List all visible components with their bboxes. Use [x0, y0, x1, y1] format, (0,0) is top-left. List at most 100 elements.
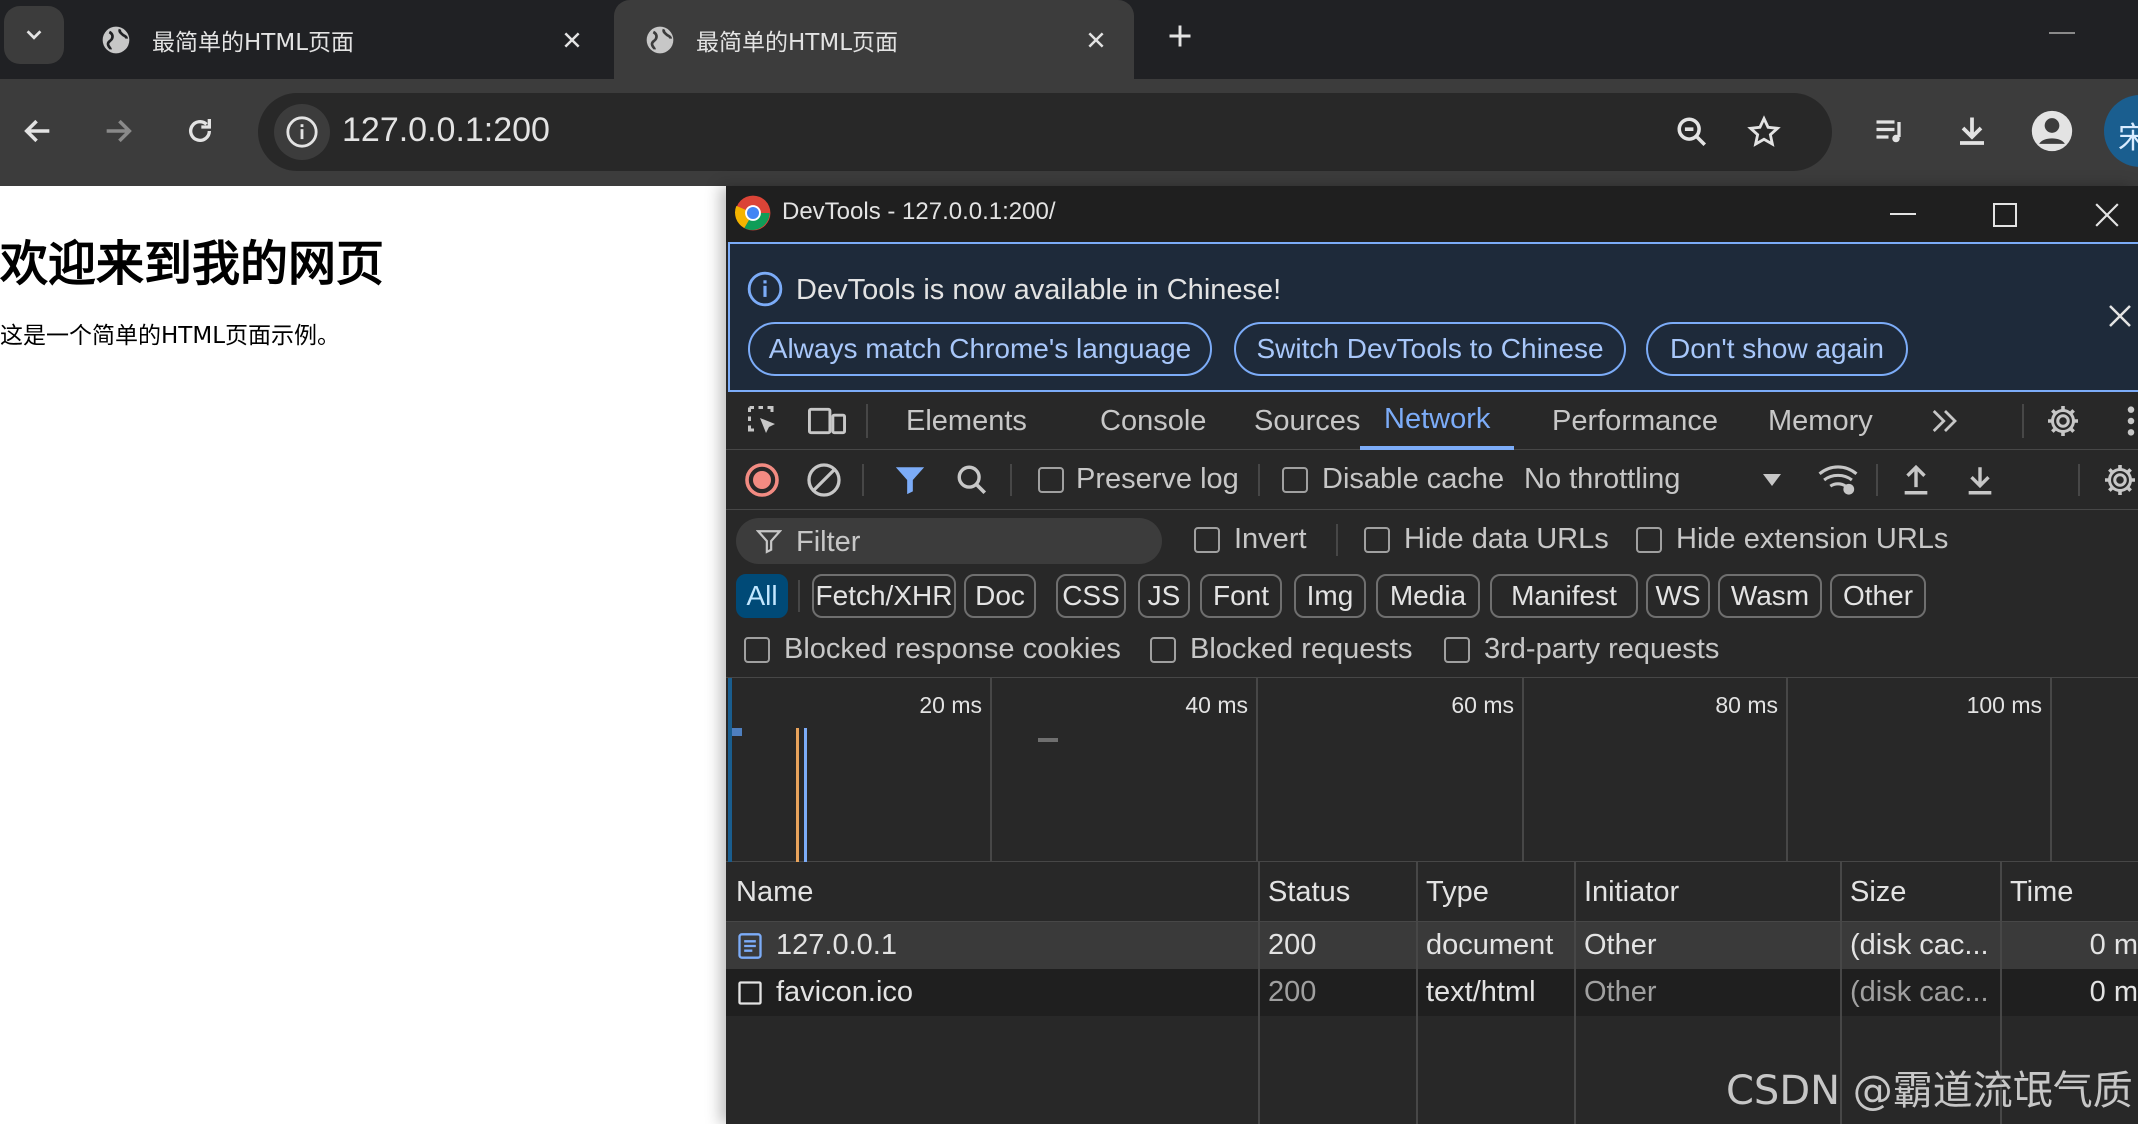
type-filter-fetch-xhr[interactable]: Fetch/XHR	[812, 574, 956, 618]
type-filter-img[interactable]: Img	[1294, 574, 1366, 618]
url-text[interactable]: 127.0.0.1:200	[342, 111, 550, 150]
more-tabs-button[interactable]	[1920, 396, 1970, 446]
account-icon	[2031, 110, 2073, 152]
zoom-button[interactable]	[1666, 106, 1718, 158]
address-bar[interactable]: 127.0.0.1:200	[258, 93, 1832, 171]
browser-tab-1[interactable]: 最简单的HTML页面	[70, 0, 610, 79]
tab-console[interactable]: Console	[1076, 392, 1230, 450]
import-har-button[interactable]	[1892, 456, 1940, 504]
web-page-content: 欢迎来到我的网页 这是一个简单的HTML页面示例。	[0, 186, 726, 1124]
hide-data-urls-checkbox[interactable]	[1364, 527, 1390, 553]
type-filter-css[interactable]: CSS	[1056, 574, 1126, 618]
throttling-dropdown-arrow[interactable]	[1748, 456, 1796, 504]
devtools-window-title: DevTools - 127.0.0.1:200/	[782, 198, 1056, 225]
request-time: 0 m	[2089, 929, 2138, 961]
tab-search-button[interactable]	[4, 6, 64, 64]
table-row[interactable]: 127.0.0.1 200 document Other (disk cac..…	[726, 922, 2138, 969]
browser-tab-2[interactable]: 最简单的HTML页面	[614, 0, 1134, 79]
search-button[interactable]	[948, 456, 996, 504]
back-button[interactable]	[10, 103, 66, 159]
filter-input[interactable]: Filter	[736, 518, 1162, 564]
type-filter-media[interactable]: Media	[1376, 574, 1480, 618]
switch-to-chinese-button[interactable]: Switch DevTools to Chinese	[1234, 322, 1626, 376]
downloads-button[interactable]	[1944, 103, 2000, 159]
minimize-icon	[2049, 32, 2075, 34]
close-icon	[2109, 305, 2131, 327]
tab-memory[interactable]: Memory	[1744, 392, 1897, 450]
type-filter-manifest[interactable]: Manifest	[1490, 574, 1638, 618]
network-conditions-button[interactable]	[1814, 456, 1862, 504]
new-tab-button[interactable]	[1160, 14, 1200, 58]
network-overview-timeline[interactable]: 20 ms 40 ms 60 ms 80 ms 100 ms	[726, 678, 2138, 862]
column-type[interactable]: Type	[1416, 862, 1574, 922]
type-filter-other[interactable]: Other	[1830, 574, 1926, 618]
disable-cache-checkbox[interactable]	[1282, 467, 1308, 493]
filter-row: Filter Invert Hide data URLs Hide extens…	[726, 510, 2138, 570]
type-filter-js[interactable]: JS	[1138, 574, 1190, 618]
column-status[interactable]: Status	[1258, 862, 1416, 922]
reload-button[interactable]	[172, 103, 228, 159]
network-settings-button[interactable]	[2096, 456, 2138, 504]
request-name-cell: 127.0.0.1	[726, 922, 1258, 969]
column-size[interactable]: Size	[1840, 862, 2000, 922]
device-toolbar-button[interactable]	[802, 396, 852, 446]
resource-type-filters: All Fetch/XHR Doc CSS JS Font Img Media …	[726, 570, 2138, 622]
dont-show-again-button[interactable]: Don't show again	[1646, 322, 1908, 376]
export-har-button[interactable]	[1956, 456, 2004, 504]
filter-icon	[756, 530, 782, 554]
devtools-maximize-button[interactable]	[1980, 190, 2030, 240]
filter-toggle-button[interactable]	[886, 456, 934, 504]
more-options-button[interactable]	[2106, 396, 2138, 446]
column-name[interactable]: Name	[726, 862, 1258, 922]
devtools-close-button[interactable]	[2082, 190, 2132, 240]
preserve-log-checkbox[interactable]	[1038, 467, 1064, 493]
table-row[interactable]: favicon.ico 200 text/html Other (disk ca…	[726, 969, 2138, 1016]
infobar-message: DevTools is now available in Chinese!	[796, 274, 1282, 306]
devtools-minimize-button[interactable]	[1878, 190, 1928, 240]
infobar-close-button[interactable]	[2100, 296, 2138, 336]
request-size: (disk cac...	[1850, 929, 1989, 961]
timeline-label-20ms: 20 ms	[919, 692, 982, 718]
inspect-icon	[748, 406, 775, 433]
type-filter-all[interactable]: All	[736, 574, 788, 618]
request-type: document	[1426, 929, 1554, 961]
invert-checkbox[interactable]	[1194, 527, 1220, 553]
blocked-response-cookies-checkbox[interactable]	[744, 637, 770, 663]
request-name: favicon.ico	[776, 976, 914, 1008]
record-button[interactable]	[738, 456, 786, 504]
minimize-icon	[1890, 213, 1916, 215]
bookmark-button[interactable]	[1738, 106, 1790, 158]
column-initiator[interactable]: Initiator	[1574, 862, 1840, 922]
chrome-logo-icon	[735, 195, 771, 231]
blocked-response-cookies-label: Blocked response cookies	[784, 633, 1121, 665]
inspect-element-button[interactable]	[738, 396, 788, 446]
blocked-requests-checkbox[interactable]	[1150, 637, 1176, 663]
tab-performance[interactable]: Performance	[1528, 392, 1742, 450]
type-filter-wasm[interactable]: Wasm	[1718, 574, 1822, 618]
playlist-icon	[1876, 120, 1901, 143]
clear-icon	[807, 463, 841, 497]
site-info-button[interactable]	[274, 104, 330, 160]
settings-button[interactable]	[2038, 396, 2088, 446]
tab-elements[interactable]: Elements	[882, 392, 1051, 450]
type-filter-ws[interactable]: WS	[1646, 574, 1710, 618]
throttling-select[interactable]: No throttling	[1524, 463, 1680, 496]
close-tab-icon[interactable]	[1076, 20, 1116, 60]
close-tab-icon[interactable]	[552, 20, 592, 60]
hide-extension-urls-checkbox[interactable]	[1636, 527, 1662, 553]
clear-button[interactable]	[800, 456, 848, 504]
chevron-down-icon	[26, 30, 42, 40]
type-filter-font[interactable]: Font	[1200, 574, 1282, 618]
profile-button[interactable]	[2024, 103, 2080, 159]
reading-list-button[interactable]	[1862, 103, 1918, 159]
type-filter-doc[interactable]: Doc	[964, 574, 1036, 618]
tab-network[interactable]: Network	[1360, 392, 1515, 450]
avatar[interactable]: 宋	[2104, 95, 2138, 167]
forward-button[interactable]	[90, 103, 146, 159]
always-match-language-button[interactable]: Always match Chrome's language	[748, 322, 1212, 376]
minimize-window-button[interactable]	[2042, 14, 2082, 54]
third-party-requests-checkbox[interactable]	[1444, 637, 1470, 663]
third-party-requests-label: 3rd-party requests	[1484, 633, 1720, 665]
tab-title: 最简单的HTML页面	[696, 29, 899, 56]
column-time[interactable]: Time	[2000, 862, 2138, 922]
